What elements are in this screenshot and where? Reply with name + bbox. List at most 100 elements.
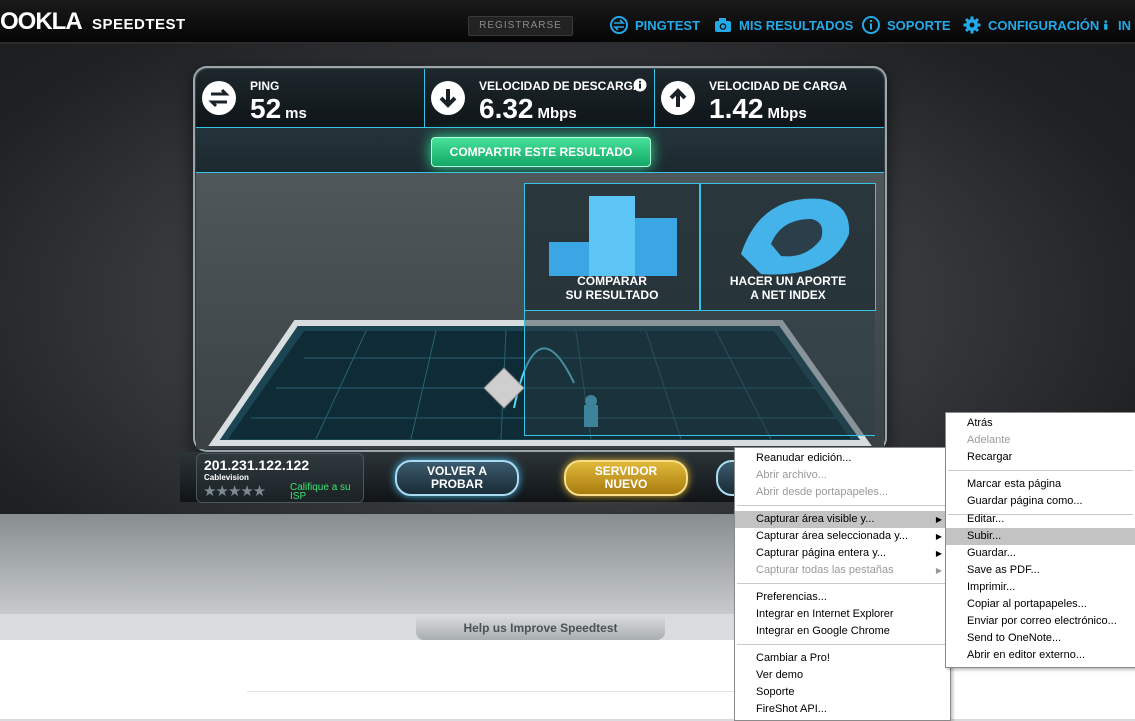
gear-icon	[963, 16, 981, 34]
nav-pingtest-label: PINGTEST	[635, 18, 701, 33]
menu-item-capturar-pestanas-label: Capturar todas las pestañas	[756, 564, 894, 576]
menu-item-imprimir[interactable]: Imprimir...	[946, 579, 1135, 596]
menu-item-integrar-chrome[interactable]: Integrar en Google Chrome	[735, 623, 950, 640]
isp-rating-stars[interactable]: ★★★★★	[203, 482, 266, 500]
net-index-line1: HACER UN APORTE	[729, 274, 847, 288]
menu-separator	[737, 505, 948, 506]
menu-item-fireshot-api[interactable]: FireShot API...	[735, 701, 950, 718]
top-bar: OOKLA SPEEDTEST REGISTRARSE PINGTEST MIS…	[0, 0, 1135, 44]
ping-unit: ms	[285, 105, 307, 122]
menu-item-atras[interactable]: Atrás	[946, 415, 1135, 432]
download-stat: VELOCIDAD DE DESCARGA 6.32 Mbps	[425, 69, 655, 127]
submenu-arrow-icon: ▶	[935, 515, 942, 524]
net-index-line2: A NET INDEX	[750, 288, 826, 302]
menu-item-reanudar[interactable]: Reanudar edición...	[735, 450, 950, 467]
menu-item-capturar-seleccionada[interactable]: Capturar área seleccionada y... ▶	[735, 528, 950, 545]
nav-iniciar-label: IN	[1118, 18, 1131, 33]
ping-number: 52	[250, 93, 282, 124]
menu-item-adelante[interactable]: Adelante	[946, 432, 1135, 449]
retest-button[interactable]: VOLVER A PROBAR	[395, 460, 519, 496]
ping-stat: PING 52 ms	[196, 69, 425, 127]
menu-item-ver-demo[interactable]: Ver demo	[735, 667, 950, 684]
nav-soporte[interactable]: SOPORTE	[862, 16, 951, 34]
menu-item-abrir-portapapeles[interactable]: Abrir desde portapapeles...	[735, 484, 950, 501]
net-index-tile[interactable]: HACER UN APORTE A NET INDEX	[700, 183, 876, 311]
fireshot-context-menu: Reanudar edición... Abrir archivo... Abr…	[734, 447, 951, 721]
info-icon	[862, 16, 880, 34]
nav-configuracion[interactable]: CONFIGURACIÓN	[963, 16, 1099, 34]
isp-name: Cablevision	[204, 473, 249, 482]
floor-highlight	[524, 309, 875, 436]
menu-item-onenote[interactable]: Send to OneNote...	[946, 630, 1135, 647]
download-icon	[431, 81, 465, 115]
menu-item-editar[interactable]: Editar...	[946, 511, 1135, 528]
ip-address: 201.231.122.122	[204, 457, 310, 473]
menu-separator	[948, 470, 1133, 471]
upload-unit: Mbps	[767, 105, 807, 122]
menu-item-soporte[interactable]: Soporte	[735, 684, 950, 701]
menu-item-abrir-archivo[interactable]: Abrir archivo...	[735, 467, 950, 484]
menu-item-integrar-ie[interactable]: Integrar en Internet Explorer	[735, 606, 950, 623]
nav-pingtest[interactable]: PINGTEST	[610, 16, 700, 34]
menu-item-subir[interactable]: Subir...	[946, 528, 1135, 545]
rate-isp-link[interactable]: Califique a su ISP	[290, 483, 360, 502]
ping-value: 52 ms	[250, 93, 307, 125]
menu-item-cambiar-pro[interactable]: Cambiar a Pro!	[735, 650, 950, 667]
menu-item-enviar-correo[interactable]: Enviar por correo electrónico...	[946, 613, 1135, 630]
compare-result-label: COMPARAR SU RESULTADO	[525, 274, 699, 302]
retest-line2: PROBAR	[430, 477, 483, 491]
nav-mis-resultados[interactable]: MIS RESULTADOS	[714, 16, 853, 34]
menu-item-marcar[interactable]: Marcar esta página	[946, 476, 1135, 493]
new-server-line2: NUEVO	[604, 477, 648, 491]
compare-result-tile[interactable]: COMPARAR SU RESULTADO	[524, 183, 700, 311]
share-result-button[interactable]: COMPARTIR ESTE RESULTADO	[431, 137, 651, 167]
pingtest-icon	[610, 16, 628, 34]
divider	[247, 691, 734, 692]
menu-item-capturar-seleccionada-label: Capturar área seleccionada y...	[756, 530, 909, 542]
compare-line2: SU RESULTADO	[565, 288, 659, 302]
menu-item-editor-externo[interactable]: Abrir en editor externo...	[946, 647, 1135, 664]
download-number: 6.32	[479, 93, 534, 124]
menu-item-capturar-entera[interactable]: Capturar página entera y... ▶	[735, 545, 950, 562]
upload-stat: VELOCIDAD DE CARGA 1.42 Mbps	[655, 69, 884, 127]
menu-item-capturar-entera-label: Capturar página entera y...	[756, 547, 887, 559]
ookla-logo[interactable]: OOKLA	[0, 8, 83, 36]
menu-item-capturar-pestanas[interactable]: Capturar todas las pestañas ▶	[735, 562, 950, 579]
info-icon[interactable]	[633, 78, 647, 92]
upload-label: VELOCIDAD DE CARGA	[709, 79, 848, 93]
browser-context-menu: Atrás Adelante Recargar Marcar esta pági…	[945, 412, 1135, 668]
download-label: VELOCIDAD DE DESCARGA	[479, 79, 642, 93]
nav-configuracion-label: CONFIGURACIÓN	[988, 18, 1100, 33]
speedtest-logo-text[interactable]: SPEEDTEST	[92, 16, 186, 33]
menu-separator	[737, 583, 948, 584]
register-button[interactable]: REGISTRARSE	[468, 16, 573, 36]
menu-item-guardar[interactable]: Guardar...	[946, 545, 1135, 562]
menu-item-recargar[interactable]: Recargar	[946, 449, 1135, 466]
menu-item-preferencias[interactable]: Preferencias...	[735, 589, 950, 606]
compare-line1: COMPARAR	[577, 274, 647, 288]
upload-number: 1.42	[709, 93, 764, 124]
help-improve-button[interactable]: Help us Improve Speedtest	[416, 614, 665, 640]
nav-soporte-label: SOPORTE	[887, 18, 951, 33]
new-server-button[interactable]: SERVIDOR NUEVO	[564, 460, 688, 496]
menu-item-capturar-visible-label: Capturar área visible y...	[756, 513, 875, 525]
download-value: 6.32 Mbps	[479, 93, 577, 125]
camera-icon	[715, 18, 731, 32]
submenu-arrow-icon: ▶	[935, 566, 942, 575]
user-icon	[1104, 20, 1108, 30]
submenu-arrow-icon: ▶	[935, 532, 942, 541]
nav-iniciar[interactable]: IN	[1103, 16, 1131, 34]
menu-item-copiar[interactable]: Copiar al portapapeles...	[946, 596, 1135, 613]
menu-item-capturar-visible[interactable]: Capturar área visible y... ▶	[735, 511, 950, 528]
menu-separator	[737, 644, 948, 645]
nav-mis-resultados-label: MIS RESULTADOS	[739, 18, 854, 33]
upload-icon	[661, 81, 695, 115]
menu-item-guardar-pagina[interactable]: Guardar página como...	[946, 493, 1135, 510]
net-index-label: HACER UN APORTE A NET INDEX	[701, 274, 875, 302]
ip-info-box: 201.231.122.122 Cablevision ★★★★★ Califi…	[196, 453, 364, 503]
menu-item-save-pdf[interactable]: Save as PDF...	[946, 562, 1135, 579]
upload-value: 1.42 Mbps	[709, 93, 807, 125]
submenu-arrow-icon: ▶	[935, 549, 942, 558]
ping-label: PING	[250, 79, 280, 93]
ping-icon	[202, 81, 236, 115]
